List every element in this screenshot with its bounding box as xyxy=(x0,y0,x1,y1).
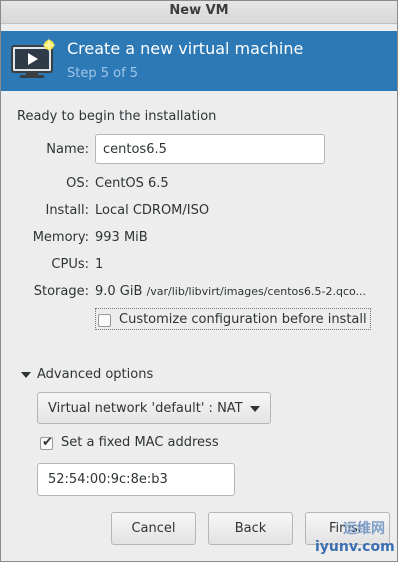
fixed-mac-label[interactable]: Set a fixed MAC address xyxy=(61,435,219,450)
name-input[interactable] xyxy=(95,134,325,164)
network-select-value: Virtual network 'default' : NAT xyxy=(48,401,243,416)
mac-address-input[interactable] xyxy=(37,463,235,496)
wizard-header: Create a new virtual machine Step 5 of 5 xyxy=(1,31,397,91)
chevron-down-icon xyxy=(250,406,260,412)
wizard-title: Create a new virtual machine xyxy=(67,39,304,58)
customize-checkbox-label[interactable]: Customize configuration before install xyxy=(119,312,367,327)
network-select[interactable]: Virtual network 'default' : NAT xyxy=(37,392,271,424)
storage-path: /var/lib/libvirt/images/centos6.5-2.qco.… xyxy=(146,285,367,298)
summary-heading: Ready to begin the installation xyxy=(17,109,217,124)
back-button[interactable]: Back xyxy=(208,512,293,545)
cpus-value: 1 xyxy=(95,257,104,272)
memory-label: Memory: xyxy=(32,230,89,245)
expander-triangle-icon[interactable] xyxy=(21,372,31,378)
cancel-button[interactable]: Cancel xyxy=(111,512,196,545)
window-title: New VM xyxy=(169,3,229,18)
os-label: OS: xyxy=(66,176,89,191)
finish-button[interactable]: Finish xyxy=(305,512,390,545)
vm-monitor-icon xyxy=(11,38,56,78)
install-label: Install: xyxy=(45,203,89,218)
fixed-mac-checkbox[interactable]: ✔ xyxy=(40,435,53,450)
window-titlebar[interactable]: New VM xyxy=(1,1,397,24)
advanced-options-expander[interactable]: Advanced options xyxy=(37,367,153,382)
customize-checkbox[interactable] xyxy=(98,314,111,327)
cpus-label: CPUs: xyxy=(51,257,89,272)
storage-label: Storage: xyxy=(33,284,89,299)
wizard-step: Step 5 of 5 xyxy=(67,66,139,81)
memory-value: 993 MiB xyxy=(95,230,148,245)
name-label: Name: xyxy=(46,142,89,157)
new-vm-window: New VM Create a new virtual machine Step… xyxy=(0,0,398,562)
checkmark-icon: ✔ xyxy=(42,435,53,450)
storage-info: 9.0 GiB /var/lib/libvirt/images/centos6.… xyxy=(95,284,366,299)
install-value: Local CDROM/ISO xyxy=(95,203,210,218)
storage-size: 9.0 GiB xyxy=(95,284,143,299)
os-value: CentOS 6.5 xyxy=(95,176,169,191)
